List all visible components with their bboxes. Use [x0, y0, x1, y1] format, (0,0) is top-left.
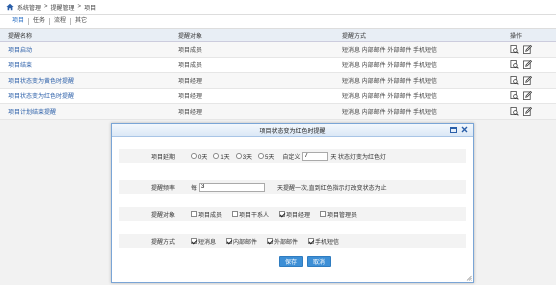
view-icon[interactable] — [510, 106, 519, 116]
method-checkbox[interactable] — [191, 238, 197, 244]
breadcrumb-item-project: 项目 — [84, 5, 97, 12]
deadline-radio-0[interactable] — [191, 153, 197, 159]
tab-other[interactable]: 其它 — [71, 18, 91, 25]
home-icon[interactable] — [6, 3, 14, 11]
header-method: 提醒方式 — [342, 33, 367, 40]
table-row: 项目启动 项目成员 短消息 内部邮件 外部邮件 手机短信 — [0, 42, 556, 58]
tab-project[interactable]: 项目 — [8, 18, 30, 25]
table-header: 提醒名称 提醒对象 提醒方式 操作 — [0, 29, 556, 42]
reminder-target: 项目成员 — [178, 47, 203, 54]
breadcrumb-item-reminder[interactable]: 提醒管理 — [51, 3, 75, 12]
edit-icon[interactable] — [523, 44, 533, 54]
header-target: 提醒对象 — [178, 33, 203, 40]
deadline-row: 项目延期 0天 1天 3天 5天 自定义 天 状态灯变为红色灯 — [119, 149, 466, 163]
frequency-suffix: 天提醒一次,直到红色指示灯改变状态为止 — [277, 185, 387, 192]
reminder-name-link[interactable]: 项目状态变为黄色时提醒 — [8, 76, 74, 85]
close-icon[interactable] — [461, 126, 468, 136]
view-icon[interactable] — [510, 91, 519, 100]
reminder-name-link[interactable]: 项目计划结束提醒 — [8, 107, 56, 116]
deadline-radio-1[interactable] — [213, 153, 220, 159]
table-row: 项目状态变为红色时提醒 项目经理 短消息 内部邮件 外部邮件 手机短信 — [0, 89, 556, 104]
targets-row: 提醒对象 项目成员 项目干系人 项目经理 项目管理员 — [119, 207, 466, 221]
target-checkbox[interactable] — [232, 211, 239, 217]
view-icon[interactable] — [510, 75, 519, 85]
deadline-option-label: 3天 — [242, 154, 253, 161]
deadline-option-label: 0天 — [198, 154, 208, 161]
edit-icon[interactable] — [523, 75, 533, 85]
restore-icon[interactable] — [450, 126, 457, 136]
breadcrumb: 系统管理 > 提醒管理 > 项目 — [0, 0, 556, 15]
dialog-titlebar[interactable]: 项目状态变为红色时提醒 — [112, 124, 473, 137]
custom-days-input[interactable] — [302, 151, 329, 161]
breadcrumb-separator: > — [77, 4, 82, 10]
dialog-title: 项目状态变为红色时提醒 — [259, 128, 326, 135]
edit-icon[interactable] — [523, 60, 533, 70]
breadcrumb-item-system[interactable]: 系统管理 — [17, 3, 41, 12]
reminder-name-link[interactable]: 项目启动 — [8, 45, 32, 54]
method-option-label: 外部邮件 — [274, 239, 299, 246]
reminder-method: 短消息 内部邮件 外部邮件 手机短信 — [342, 109, 438, 116]
method-checkbox[interactable] — [226, 238, 233, 244]
table-row: 项目结束 项目成员 短消息 内部邮件 外部邮件 手机短信 — [0, 58, 556, 73]
target-option-label: 项目经理 — [286, 212, 311, 219]
custom-label: 自定义 — [282, 154, 301, 161]
cancel-button[interactable]: 取消 — [307, 256, 332, 267]
frequency-row: 提醒频率 每 天提醒一次,直到红色指示灯改变状态为止 — [119, 180, 466, 194]
target-option-label: 项目干系人 — [239, 212, 270, 219]
edit-icon[interactable] — [523, 91, 533, 101]
deadline-radio-3[interactable] — [235, 153, 242, 159]
method-option-label: 手机短信 — [315, 239, 340, 246]
method-checkbox[interactable] — [308, 238, 315, 244]
table-row: 项目计划结束提醒 项目经理 短消息 内部邮件 外部邮件 手机短信 — [0, 104, 556, 120]
view-icon[interactable] — [510, 60, 519, 69]
methods-row: 提醒方式 短消息 内部邮件 外部邮件 手机短信 — [119, 234, 466, 248]
deadline-label: 项目延期 — [151, 154, 176, 161]
view-icon[interactable] — [510, 44, 519, 54]
target-option-label: 项目成员 — [198, 212, 223, 219]
target-checkbox[interactable] — [320, 211, 327, 217]
method-checkbox[interactable] — [267, 238, 274, 244]
target-option-label: 项目管理员 — [327, 212, 358, 219]
tab-process[interactable]: 流程 — [50, 18, 72, 25]
breadcrumb-separator: > — [44, 4, 48, 10]
targets-label: 提醒对象 — [151, 212, 176, 219]
deadline-option-label: 5天 — [265, 154, 275, 161]
deadline-suffix: 天 状态灯变为红色灯 — [330, 154, 387, 161]
reminder-method: 短消息 内部邮件 外部邮件 手机短信 — [342, 47, 438, 54]
reminder-table: 提醒名称 提醒对象 提醒方式 操作 项目启动 项目成员 短消息 内部邮件 外部邮件 … — [0, 29, 556, 120]
reminder-name-link[interactable]: 项目状态变为红色时提醒 — [8, 91, 74, 100]
deadline-option-label: 1天 — [220, 154, 230, 161]
resize-handle-icon[interactable] — [466, 275, 472, 281]
deadline-radio-5[interactable] — [258, 153, 265, 159]
header-name: 提醒名称 — [8, 33, 33, 40]
frequency-input[interactable] — [199, 182, 266, 192]
reminder-method: 短消息 内部邮件 外部邮件 手机短信 — [342, 94, 438, 101]
tab-task[interactable]: 任务 — [29, 18, 51, 25]
method-option-label: 短消息 — [198, 239, 217, 246]
edit-icon[interactable] — [523, 106, 533, 116]
method-option-label: 内部邮件 — [233, 239, 258, 246]
target-checkbox[interactable] — [191, 211, 197, 217]
reminder-target: 项目成员 — [178, 63, 203, 70]
methods-label: 提醒方式 — [151, 239, 176, 246]
reminder-name-link[interactable]: 项目结束 — [8, 60, 32, 69]
reminder-target: 项目经理 — [178, 109, 203, 116]
frequency-prefix: 每 — [191, 185, 198, 192]
target-checkbox[interactable] — [279, 211, 286, 217]
header-actions: 操作 — [510, 33, 523, 40]
reminder-method: 短消息 内部邮件 外部邮件 手机短信 — [342, 78, 438, 85]
table-row: 项目状态变为黄色时提醒 项目经理 短消息 内部邮件 外部邮件 手机短信 — [0, 73, 556, 89]
reminder-dialog: 项目状态变为红色时提醒 项目延期 0天 1天 3天 5天 自定义 天 状态灯变为… — [111, 123, 474, 283]
tab-bar: 项目 任务 流程 其它 — [0, 15, 556, 29]
reminder-target: 项目经理 — [178, 78, 203, 85]
frequency-label: 提醒频率 — [151, 185, 176, 192]
reminder-method: 短消息 内部邮件 外部邮件 手机短信 — [342, 63, 438, 70]
save-button[interactable]: 保存 — [279, 256, 304, 267]
dialog-buttons: 保存 取消 — [279, 256, 332, 267]
reminder-target: 项目经理 — [178, 94, 203, 101]
